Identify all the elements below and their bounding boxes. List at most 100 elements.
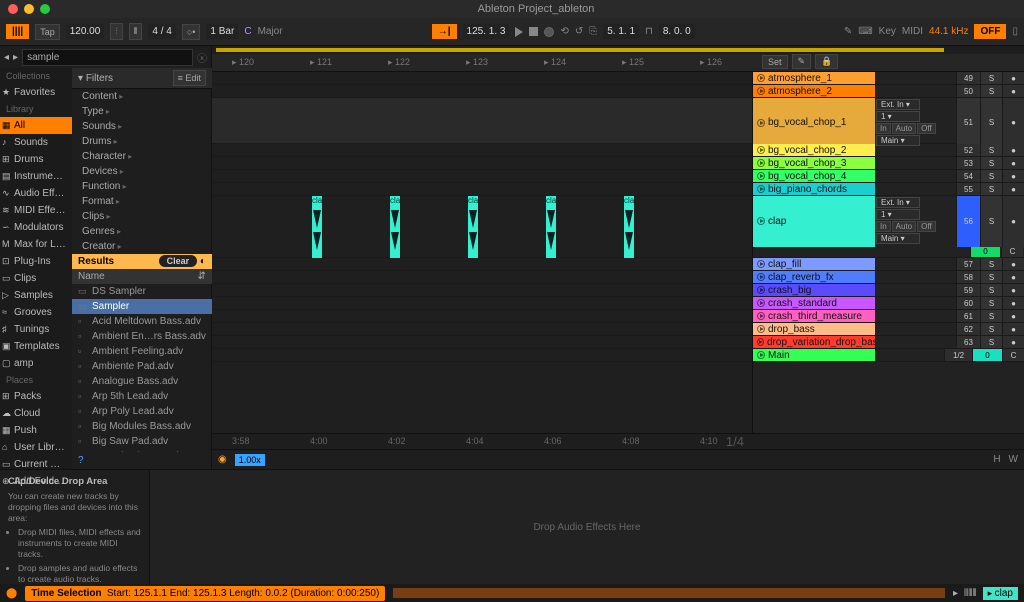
input-type[interactable]: Ext. In ▾ [876, 99, 920, 110]
track-number[interactable]: 54 [956, 170, 980, 182]
track-number[interactable]: 58 [956, 271, 980, 283]
monitor-button[interactable]: In [876, 221, 891, 232]
filter-category[interactable]: Creator [72, 239, 212, 254]
track-header[interactable]: clap_reverb_fx [753, 271, 875, 283]
arm-button[interactable]: ● [1002, 72, 1024, 84]
category-item[interactable]: ▣Templates [0, 338, 72, 355]
solo-button[interactable]: S [980, 336, 1002, 348]
track-header[interactable]: drop_bass [753, 323, 875, 335]
track-number[interactable]: 50 [956, 85, 980, 97]
category-item[interactable]: ⊞Drums [0, 151, 72, 168]
track-lane[interactable] [212, 98, 752, 144]
monitor-button[interactable]: Off [917, 123, 936, 134]
send-value[interactable]: 0 [970, 247, 1000, 258]
track-number[interactable]: 62 [956, 323, 980, 335]
result-item[interactable]: ▭Sampler [72, 299, 212, 314]
minimize-icon[interactable] [24, 4, 34, 14]
track-lane[interactable] [212, 284, 752, 297]
clear-button[interactable]: Clear [159, 255, 198, 267]
track-lane[interactable] [212, 170, 752, 183]
track-play-icon[interactable] [757, 299, 765, 307]
category-item[interactable]: ▷Samples [0, 287, 72, 304]
results-toggle-icon[interactable]: ◐ [200, 256, 206, 267]
category-item[interactable]: ∿Audio Effects [0, 185, 72, 202]
nudge-down-icon[interactable]: ⫶ [110, 23, 122, 40]
track-lane[interactable] [212, 271, 752, 284]
arm-button[interactable]: ● [1002, 310, 1024, 322]
track-lane[interactable] [212, 144, 752, 157]
monitor-button[interactable]: Auto [892, 221, 916, 232]
track-header[interactable]: clap [753, 196, 875, 247]
arm-button[interactable]: ● [1002, 336, 1024, 348]
close-icon[interactable] [8, 4, 18, 14]
set-button[interactable]: Set [762, 55, 788, 69]
input-channel[interactable]: 1 ▾ [876, 209, 920, 220]
track-header[interactable]: big_piano_chords [753, 183, 875, 195]
arm-button[interactable]: ● [1002, 196, 1024, 247]
play-cursor-icon[interactable]: ▸ [953, 588, 958, 599]
status-warn-icon[interactable]: ⬤ [6, 588, 17, 599]
track-lane[interactable] [212, 85, 752, 98]
track-number[interactable]: 55 [956, 183, 980, 195]
category-item[interactable]: ⌂User Library [0, 439, 72, 456]
track-play-icon[interactable] [757, 74, 765, 82]
pan-value[interactable]: C [1001, 247, 1023, 258]
track-header[interactable]: atmosphere_1 [753, 72, 875, 84]
track-lane[interactable] [212, 349, 752, 362]
track-lane[interactable] [212, 310, 752, 323]
zoom-h-icon[interactable]: H [993, 454, 1000, 465]
category-item[interactable]: ♪Sounds [0, 134, 72, 151]
result-item[interactable]: ▫Big Modules Bass.adv [72, 419, 212, 434]
category-item[interactable]: ⊡Plug-Ins [0, 253, 72, 270]
arm-button[interactable]: ● [1002, 85, 1024, 97]
link-icon[interactable]: |||| [6, 24, 29, 39]
solo-button[interactable]: S [980, 72, 1002, 84]
pencil-icon[interactable]: ✎ [792, 54, 812, 69]
record-button[interactable] [544, 27, 554, 37]
filter-category[interactable]: Clips [72, 209, 212, 224]
arm-button[interactable]: ● [1002, 170, 1024, 182]
tempo-field[interactable]: 120.00 [66, 24, 105, 39]
category-item[interactable]: ▦Push [0, 422, 72, 439]
monitor-button[interactable]: In [876, 123, 891, 134]
arm-button[interactable]: ● [1002, 144, 1024, 156]
filter-category[interactable]: Format [72, 194, 212, 209]
category-item[interactable]: ⊞Packs [0, 388, 72, 405]
track-lane[interactable] [212, 258, 752, 271]
track-header[interactable]: atmosphere_2 [753, 85, 875, 97]
category-item[interactable]: ★Favorites [0, 84, 72, 101]
arm-button[interactable]: ● [1002, 183, 1024, 195]
track-lane[interactable] [212, 336, 752, 349]
clips-area[interactable]: claclaclaclacla [212, 72, 752, 433]
result-item[interactable]: ▭DS Sampler [72, 284, 212, 299]
solo-button[interactable]: S [980, 157, 1002, 169]
time-ruler[interactable]: 1/4 3:584:004:024:044:064:084:10 [212, 433, 1024, 449]
help-icon[interactable]: ? [72, 452, 212, 469]
tap-button[interactable]: Tap [35, 24, 60, 40]
category-item[interactable]: ⊕Add Folder… [0, 473, 72, 490]
follow-icon[interactable]: →| [432, 24, 457, 39]
solo-button[interactable]: S [980, 258, 1002, 270]
category-item[interactable]: ▢amp [0, 355, 72, 372]
track-play-icon[interactable] [757, 286, 765, 294]
sort-icon[interactable]: ⇵ [198, 271, 206, 282]
track-header[interactable]: crash_big [753, 284, 875, 296]
track-header[interactable]: drop_variation_drop_bass [753, 336, 875, 348]
result-item[interactable]: ▫Analogue Bass.adv [72, 374, 212, 389]
solo-button[interactable]: S [980, 85, 1002, 97]
track-play-icon[interactable] [757, 217, 765, 225]
results-list[interactable]: ▭DS Sampler▭Sampler▫Acid Meltdown Bass.a… [72, 284, 212, 452]
category-item[interactable]: ☁Cloud [0, 405, 72, 422]
audio-clip[interactable]: cla [546, 196, 556, 258]
category-item[interactable]: ≋MIDI Effects [0, 202, 72, 219]
metronome-icon[interactable]: ○• [182, 24, 201, 40]
track-number[interactable]: 56 [956, 196, 980, 247]
arm-button[interactable]: ● [1002, 323, 1024, 335]
category-item[interactable]: ▭Clips [0, 270, 72, 287]
track-number[interactable]: 49 [956, 72, 980, 84]
track-number[interactable]: 57 [956, 258, 980, 270]
track-header[interactable]: bg_vocal_chop_1 [753, 98, 875, 147]
result-item[interactable]: ▫Byte Sized Bass.adv [72, 449, 212, 452]
audio-clip[interactable]: cla [312, 196, 322, 258]
search-input[interactable] [22, 49, 193, 66]
